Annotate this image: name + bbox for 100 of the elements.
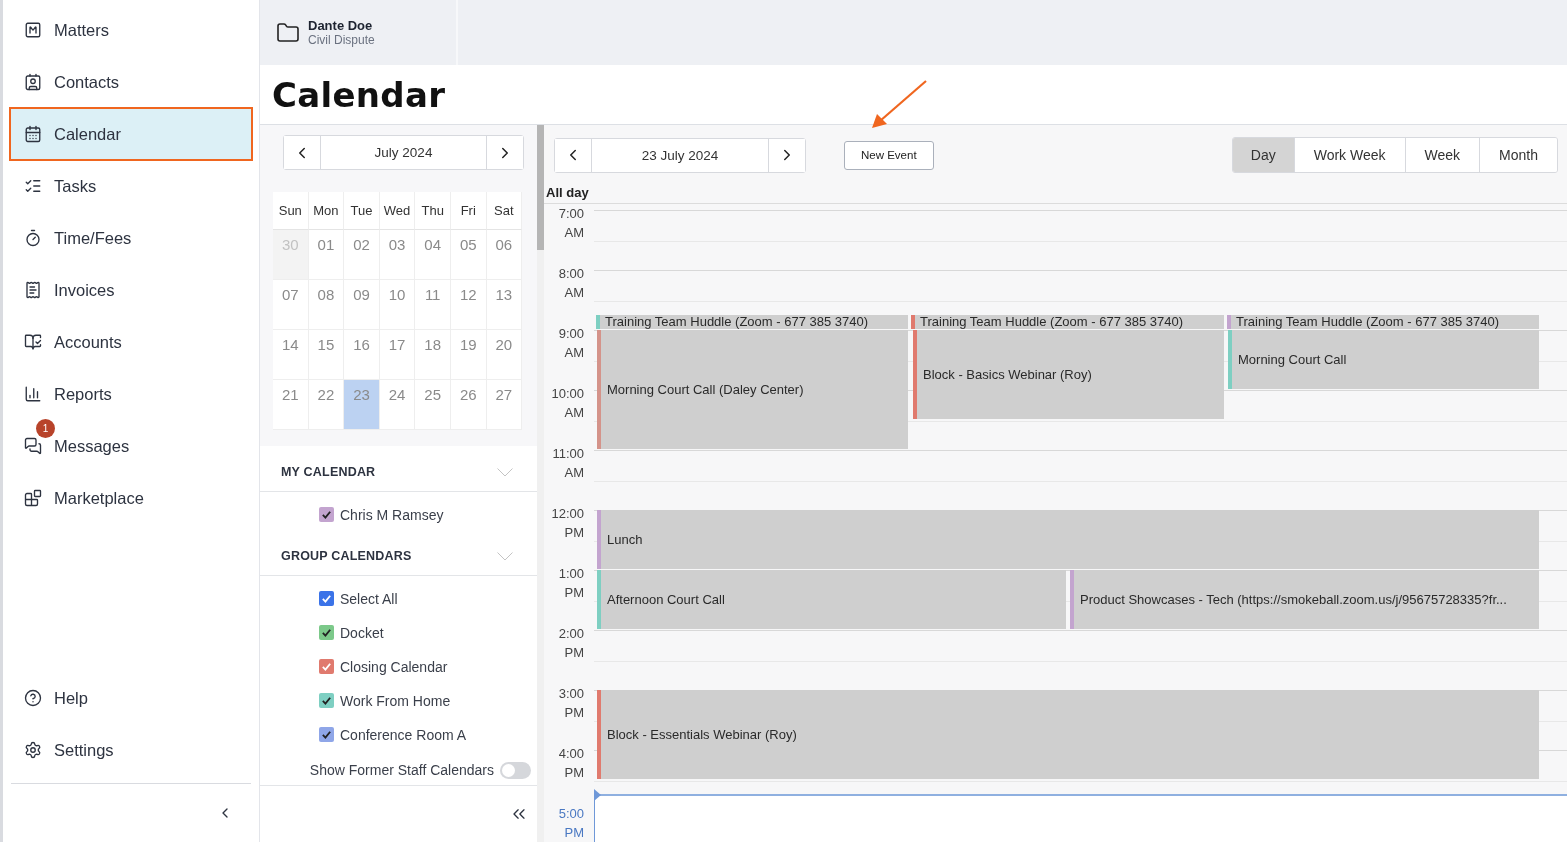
- nav-item[interactable]: Reports: [11, 369, 251, 419]
- day-cell[interactable]: 09: [344, 280, 380, 330]
- day-cell[interactable]: 18: [415, 330, 451, 380]
- day-cell[interactable]: 27: [486, 380, 523, 430]
- period-label: PM: [564, 524, 584, 542]
- settings-icon: [24, 741, 42, 759]
- hour-label: 4:00: [558, 745, 584, 763]
- calendar-name: Closing Calendar: [340, 658, 448, 675]
- checkbox[interactable]: [319, 507, 334, 523]
- page-title: Calendar: [272, 74, 446, 115]
- hour-label: 9:00: [558, 325, 584, 343]
- day-cell[interactable]: 06: [486, 230, 523, 280]
- calendar-event[interactable]: Product Showcases - Tech (https://smokeball.zoom.us/j/95675728335?fr...: [1070, 570, 1539, 629]
- nav-item[interactable]: Invoices: [11, 265, 251, 315]
- blocks-icon: [24, 489, 42, 507]
- day-cell[interactable]: 13: [486, 280, 523, 330]
- nav-item[interactable]: Tasks: [11, 161, 251, 211]
- checkbox[interactable]: [319, 727, 334, 743]
- section-title: GROUP CALENDARS: [281, 549, 412, 564]
- view-tab[interactable]: Work Week: [1293, 138, 1405, 172]
- nav-item[interactable]: Time/Fees: [11, 213, 251, 263]
- checkbox[interactable]: [319, 659, 334, 675]
- day-cell[interactable]: 22: [308, 380, 345, 430]
- view-tab[interactable]: Week: [1404, 138, 1480, 172]
- hour-label: 5:00: [558, 805, 584, 823]
- period-label: AM: [564, 224, 584, 242]
- event-title: Morning Court Call (Daley Center): [606, 382, 804, 397]
- checkbox[interactable]: [319, 591, 334, 607]
- day-cell[interactable]: 04: [415, 230, 451, 280]
- period-label: PM: [564, 764, 584, 782]
- new-event-button[interactable]: New Event: [844, 140, 934, 170]
- nav-item[interactable]: Marketplace: [11, 473, 251, 523]
- view-tab[interactable]: Day: [1232, 138, 1294, 172]
- hour-label: 10:00: [551, 385, 584, 403]
- check-icon: [321, 627, 332, 639]
- hour-label: 3:00: [558, 685, 584, 703]
- calendar-name: Select All: [340, 590, 398, 607]
- day-cell[interactable]: 05: [450, 230, 487, 280]
- nav-item[interactable]: Accounts: [11, 317, 251, 367]
- calendar-event[interactable]: Training Team Huddle (Zoom - 677 385 3740): [1227, 315, 1539, 329]
- hour-label: 12:00: [551, 505, 584, 523]
- nav-item[interactable]: 1 Messages: [11, 421, 251, 471]
- day-cell[interactable]: 15: [308, 330, 345, 380]
- day-cell[interactable]: 17: [379, 330, 416, 380]
- view-tab[interactable]: Month: [1479, 138, 1557, 172]
- day-cell[interactable]: 26: [450, 380, 487, 430]
- nav-item[interactable]: Matters: [11, 5, 251, 55]
- day-cell[interactable]: 24: [379, 380, 416, 430]
- checkbox[interactable]: [319, 625, 334, 641]
- book-check-icon: [24, 333, 42, 351]
- period-label: AM: [564, 404, 584, 422]
- event-title: Training Team Huddle (Zoom - 677 385 3740): [919, 315, 1184, 329]
- matter-type: Civil Dispute: [308, 33, 375, 47]
- event-title: Morning Court Call: [1237, 352, 1347, 367]
- period-label: AM: [564, 464, 584, 482]
- calendar-event[interactable]: Training Team Huddle (Zoom - 677 385 3740): [596, 315, 908, 329]
- day-cell[interactable]: 02: [344, 230, 380, 280]
- calendar-event[interactable]: Morning Court Call: [1228, 330, 1539, 389]
- contact-card-icon: [24, 73, 42, 91]
- calendar-event[interactable]: Block - Basics Webinar (Roy): [913, 330, 1224, 419]
- period-label: PM: [564, 824, 584, 842]
- calendar-event[interactable]: Training Team Huddle (Zoom - 677 385 3740): [911, 315, 1224, 329]
- nav-item[interactable]: Settings: [11, 725, 251, 775]
- period-label: AM: [564, 284, 584, 302]
- matter-tab[interactable]: Dante Doe Civil Dispute: [260, 0, 458, 65]
- folder-icon: [276, 20, 300, 45]
- calendar-icon: [24, 125, 42, 143]
- day-cell[interactable]: 03: [379, 230, 416, 280]
- day-cell[interactable]: 16: [344, 330, 380, 380]
- calendar-event[interactable]: Afternoon Court Call: [597, 570, 1066, 629]
- nav-item[interactable]: Calendar: [11, 109, 251, 159]
- day-cell[interactable]: 19: [450, 330, 487, 380]
- day-cell[interactable]: 10: [379, 280, 416, 330]
- checkbox[interactable]: [319, 693, 334, 709]
- count-badge: 1: [36, 419, 55, 438]
- day-cell[interactable]: 07: [273, 280, 309, 330]
- chevron-down-icon: [497, 467, 513, 477]
- help-icon: [24, 689, 42, 707]
- toggle-switch[interactable]: [500, 761, 531, 779]
- calendar-name: Work From Home: [340, 692, 451, 709]
- calendar-event[interactable]: Block - Essentials Webinar (Roy): [597, 690, 1539, 779]
- day-cell[interactable]: 21: [273, 380, 309, 430]
- scrollbar-thumb[interactable]: [537, 125, 544, 250]
- day-cell[interactable]: 20: [486, 330, 523, 380]
- current-time-marker: [594, 789, 601, 801]
- nav-item[interactable]: Help: [11, 673, 251, 723]
- calendar-event[interactable]: Lunch: [597, 510, 1539, 569]
- bar-chart-icon: [24, 385, 42, 403]
- check-icon: [321, 593, 332, 605]
- calendar-event[interactable]: Morning Court Call (Daley Center): [597, 330, 908, 449]
- event-title: Afternoon Court Call: [606, 592, 725, 607]
- hour-label: 11:00: [552, 445, 584, 463]
- event-title: Lunch: [606, 532, 643, 547]
- day-cell[interactable]: 25: [415, 380, 451, 430]
- period-label: PM: [564, 704, 584, 722]
- day-cell[interactable]: 08: [308, 280, 345, 330]
- nav-item[interactable]: Contacts: [11, 57, 251, 107]
- calendar-name: Chris M Ramsey: [340, 506, 444, 523]
- toggle-label: Show Former Staff Calendars: [309, 762, 494, 779]
- check-icon: [321, 509, 332, 521]
